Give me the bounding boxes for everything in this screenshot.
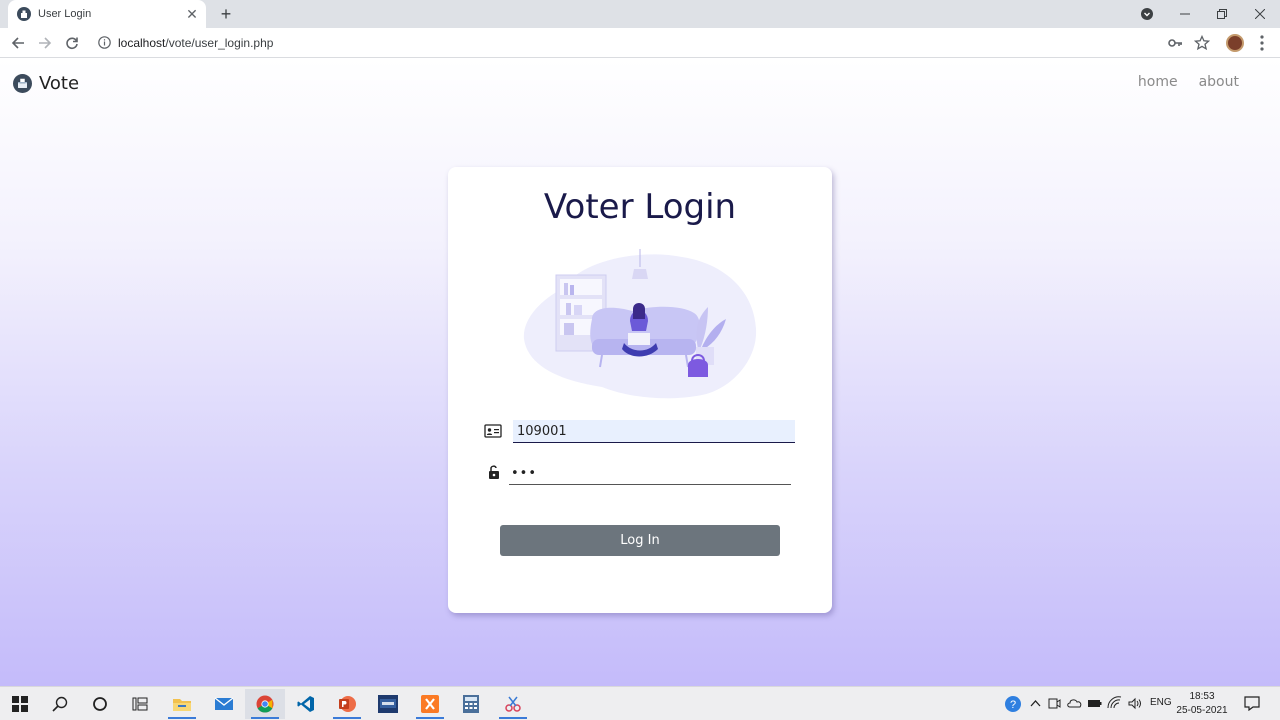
calculator-icon[interactable] [451,689,491,719]
login-button[interactable]: Log In [500,525,780,556]
chrome-icon[interactable] [245,689,285,719]
clock-date: 25-05-2021 [1176,705,1228,716]
forward-arrow-icon[interactable] [34,32,56,54]
dev-app-icon[interactable] [368,689,408,719]
svg-text:?: ? [1010,699,1016,711]
nav-link-home[interactable]: home [1138,74,1178,90]
tab-search-icon[interactable] [1128,0,1166,28]
tab-close-icon[interactable]: ✕ [184,6,200,22]
vscode-icon[interactable] [286,689,326,719]
password-input[interactable] [509,462,791,485]
windows-start-icon[interactable] [0,689,40,719]
url-text: localhost/vote/user_login.php [118,36,273,50]
id-card-icon [484,424,502,438]
vote-favicon-icon [17,7,31,21]
meet-now-icon[interactable] [1047,696,1062,711]
mail-icon[interactable] [204,689,244,719]
action-center-icon[interactable] [1244,696,1260,711]
browser-tab[interactable]: User Login ✕ [8,0,206,28]
clock[interactable]: 18:53 25-05-2021 [1176,690,1228,718]
active-indicator [416,717,444,719]
reload-icon[interactable] [61,32,83,54]
ballot-box-logo-icon [13,74,32,93]
xampp-icon[interactable] [410,689,450,719]
active-indicator [168,717,196,719]
powerpoint-icon[interactable] [327,689,367,719]
battery-icon[interactable] [1087,696,1102,711]
voter-id-input[interactable] [513,420,795,443]
snipping-tool-icon[interactable] [493,689,533,719]
active-indicator [333,717,361,719]
wifi-icon[interactable] [1107,696,1122,711]
browser-tab-bar: User Login ✕ + [0,0,1280,28]
active-indicator [499,717,527,719]
task-view-icon[interactable] [120,689,160,719]
minimize-icon[interactable] [1166,0,1204,28]
restore-icon[interactable] [1203,0,1241,28]
brand-name: Vote [39,73,80,94]
key-icon[interactable] [1167,35,1183,51]
brand[interactable]: Vote [13,73,79,94]
back-arrow-icon[interactable] [7,32,29,54]
clock-time: 18:53 [1189,691,1215,702]
url-host: localhost [118,36,166,50]
help-notification-icon[interactable]: ? [1004,695,1022,713]
file-explorer-icon[interactable] [162,689,202,719]
volume-icon[interactable] [1127,696,1142,711]
windows-taskbar: ? ENG 18:53 25-05-2021 [0,686,1280,720]
active-indicator [251,717,279,719]
woman-with-laptop-illustration [523,249,757,399]
chevron-up-icon[interactable] [1028,696,1043,711]
search-icon[interactable] [40,689,80,719]
page-viewport: Vote home about Voter Login 109001 ••• L… [0,59,1280,686]
login-card: Voter Login 109001 ••• Log In [448,167,832,613]
nav-link-about[interactable]: about [1199,74,1239,90]
close-window-icon[interactable] [1241,0,1279,28]
info-icon[interactable] [98,36,111,49]
tab-title: User Login [38,8,92,20]
profile-avatar[interactable] [1226,34,1244,52]
unlock-icon [489,465,499,479]
page-title: Voter Login [543,187,737,227]
language-indicator[interactable]: ENG [1150,697,1172,708]
bookmark-star-icon[interactable] [1194,35,1210,51]
url-path: /vote/user_login.php [165,36,274,50]
more-menu-icon[interactable] [1255,33,1269,53]
cortana-icon[interactable] [80,689,120,719]
new-tab-button[interactable]: + [216,4,236,24]
top-nav: home about [1138,74,1239,90]
address-bar[interactable]: localhost/vote/user_login.php [90,31,1220,55]
onedrive-icon[interactable] [1067,696,1082,711]
browser-toolbar: localhost/vote/user_login.php [0,28,1280,58]
